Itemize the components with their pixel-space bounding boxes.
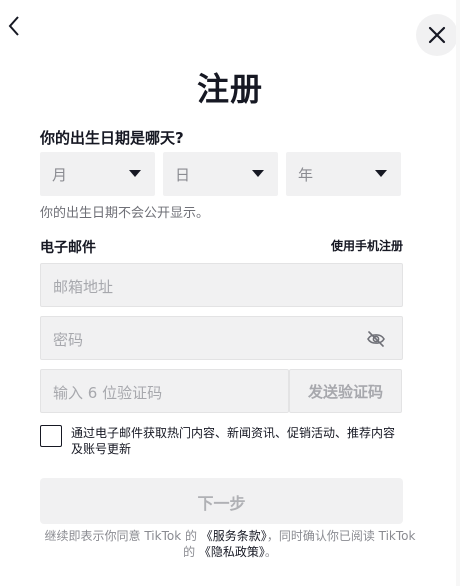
dob-hint: 你的出生日期不会公开显示。 (40, 206, 210, 221)
footer-text-1: 继续即表示你同意 TikTok 的 (44, 529, 201, 543)
scrollbar[interactable] (456, 0, 460, 586)
email-field[interactable]: 邮箱地址 (40, 263, 403, 307)
year-select-value: 年 (298, 166, 314, 184)
dob-label: 你的出生日期是哪天? (40, 129, 184, 147)
next-button-label: 下一步 (197, 494, 246, 513)
caret-down-icon (129, 170, 141, 177)
legal-footer: 继续即表示你同意 TikTok 的 《服务条款》，同时确认你已阅读 TikTok… (40, 528, 420, 560)
month-select[interactable]: 月 (40, 152, 155, 196)
next-button[interactable]: 下一步 (40, 478, 403, 524)
email-placeholder: 邮箱地址 (53, 278, 114, 296)
close-icon[interactable] (416, 14, 458, 56)
marketing-consent-text: 通过电子邮件获取热门内容、新闻资讯、促销活动、推荐内容及账号更新 (71, 426, 396, 456)
back-icon[interactable] (4, 14, 26, 38)
caret-down-icon (252, 170, 264, 177)
eye-off-icon[interactable] (366, 330, 386, 348)
footer-text-3: 。 (264, 545, 277, 559)
marketing-consent-checkbox[interactable] (40, 425, 62, 447)
privacy-link[interactable]: 《隐私政策》 (199, 545, 265, 559)
day-select-value: 日 (175, 166, 191, 184)
use-phone-link[interactable]: 使用手机注册 (331, 237, 403, 254)
send-code-label: 发送验证码 (307, 383, 383, 401)
send-code-button[interactable]: 发送验证码 (289, 369, 402, 413)
password-field[interactable]: 密码 (40, 316, 403, 360)
password-placeholder: 密码 (53, 331, 84, 349)
verification-code-field[interactable]: 输入 6 位验证码 (40, 369, 289, 413)
terms-link[interactable]: 《服务条款》 (201, 529, 267, 543)
year-select[interactable]: 年 (286, 152, 401, 196)
page-title: 注册 (196, 70, 263, 108)
day-select[interactable]: 日 (163, 152, 278, 196)
email-section-label: 电子邮件 (40, 240, 96, 256)
code-placeholder: 输入 6 位验证码 (53, 384, 163, 402)
month-select-value: 月 (52, 166, 68, 184)
caret-down-icon (375, 170, 387, 177)
